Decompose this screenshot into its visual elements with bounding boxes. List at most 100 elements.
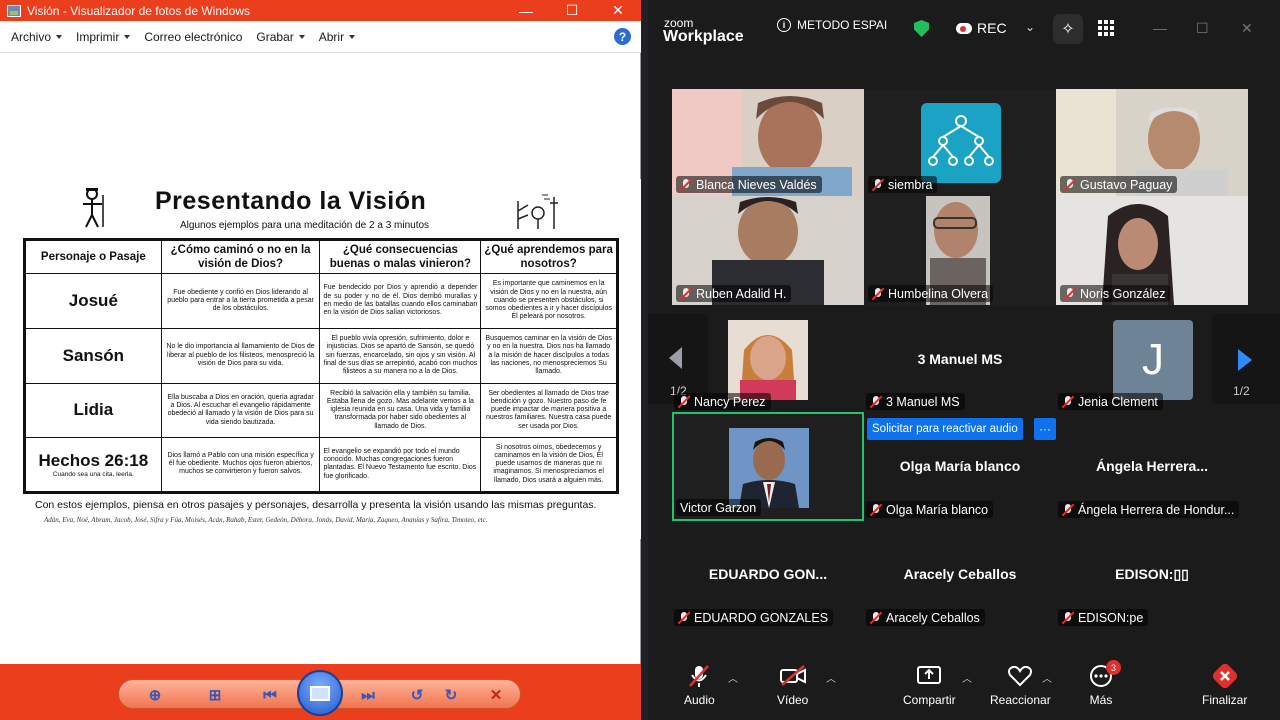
participant-name-tag: Blanca Nieves Valdés — [676, 176, 822, 193]
zoom-window: zoom Workplace i METODO ESPAI REC ⌄ ✧ — ☐… — [648, 0, 1280, 720]
column-header: Personaje o Pasaje — [24, 238, 162, 275]
document-footer: Con estos ejemplos, piensa en otros pasa… — [35, 499, 597, 511]
table-cell: Fue bendecido por Dios y aprendió a depe… — [319, 273, 482, 329]
participant-name-tag: Nancy Perez — [674, 393, 771, 410]
table-row: Josué Fue obediente y confió en Dios lid… — [24, 273, 618, 329]
active-speaker-tile[interactable]: Victor Garzon — [672, 412, 864, 521]
participant-name: Jenia Clement — [1078, 394, 1158, 409]
muted-mic-icon — [678, 611, 690, 624]
meeting-toolbar: Audio ︿ Vídeo ︿ Compartir ︿ Reaccionar ︿… — [648, 656, 1280, 720]
maximize-button[interactable]: ☐ — [549, 0, 595, 21]
table-row: Hechos 26:18 Cuando sea una cita, leerla… — [24, 436, 618, 494]
audio-button[interactable]: Audio — [684, 664, 715, 707]
photo-viewer-icon — [7, 4, 21, 17]
audio-label: Audio — [684, 693, 715, 707]
share-label: Compartir — [903, 693, 956, 707]
profile-photo — [728, 320, 808, 400]
table-cell: Ella buscaba a Dios en oración, quería a… — [160, 383, 321, 438]
meeting-info[interactable]: i METODO ESPAI — [777, 18, 887, 32]
react-options-caret-icon[interactable]: ︿ — [1042, 670, 1052, 685]
participant-tile[interactable]: Gustavo Paguay — [1056, 89, 1248, 196]
zoom-minimize-button[interactable]: — — [1153, 20, 1167, 36]
page-indicator-right: 1/2 — [1233, 384, 1250, 398]
next-icon[interactable]: ⏭ — [358, 685, 378, 705]
view-grid-icon[interactable] — [1098, 20, 1114, 36]
zoom-icon[interactable]: ⊕ — [145, 685, 165, 705]
row-name: Hechos 26:18 — [38, 450, 149, 470]
table-cell: No le dio importancia al llamamiento de … — [160, 327, 321, 385]
video-off-icon — [779, 664, 807, 688]
menu-correo[interactable]: Correo electrónico — [137, 30, 249, 44]
muted-mic-icon — [688, 664, 710, 688]
chevron-left-icon — [669, 347, 682, 369]
share-screen-icon — [916, 664, 942, 688]
audio-options-caret-icon[interactable]: ︿ — [728, 670, 738, 685]
rotate-left-icon[interactable]: ↺ — [407, 685, 427, 705]
video-options-caret-icon[interactable]: ︿ — [826, 670, 836, 685]
delete-icon[interactable]: ✕ — [486, 685, 506, 705]
rotate-right-icon[interactable]: ↻ — [441, 685, 461, 705]
participant-name-tag: Gustavo Paguay — [1060, 176, 1178, 193]
muted-mic-icon — [870, 611, 882, 624]
participant-tile[interactable]: Ruben Adalid H. — [672, 196, 864, 305]
slideshow-button[interactable] — [297, 670, 343, 716]
participant-name: Nancy Perez — [694, 394, 766, 409]
chevron-down-icon[interactable]: ⌄ — [1025, 20, 1035, 34]
minimize-button[interactable]: — — [503, 0, 549, 21]
info-icon: i — [777, 18, 791, 32]
menu-grabar[interactable]: Grabar — [249, 30, 311, 44]
profile-photo — [729, 428, 809, 508]
participant-name: siembra — [888, 177, 933, 192]
more-button[interactable]: 3 Más — [1089, 660, 1121, 707]
zoom-maximize-button[interactable]: ☐ — [1196, 20, 1209, 37]
participant-name: EDISON:pe — [1078, 610, 1144, 625]
more-label: Más — [1089, 693, 1113, 707]
ai-companion-icon[interactable]: ✧ — [1053, 14, 1083, 44]
participant-name-tag: Victor Garzon — [676, 499, 762, 516]
document-subtitle: Algunos ejemplos para una meditación de … — [180, 220, 430, 231]
menu-abrir[interactable]: Abrir — [312, 30, 362, 44]
muted-mic-icon — [872, 178, 884, 191]
recording-indicator[interactable]: REC — [956, 20, 1007, 36]
share-options-caret-icon[interactable]: ︿ — [962, 670, 972, 685]
meeting-name: METODO ESPAI — [797, 18, 888, 32]
more-options-icon[interactable]: ··· — [1034, 418, 1056, 440]
muted-mic-icon — [1064, 178, 1076, 191]
request-unmute-button[interactable]: Solicitar para reactivar audio — [867, 418, 1023, 440]
org-chart-avatar-icon — [921, 103, 1001, 183]
row-name: Lidia — [24, 383, 162, 438]
participant-name-tag: EDUARDO GONZALES — [674, 609, 834, 626]
participant-tile[interactable]: Humbelina Olvera — [864, 196, 1056, 305]
participant-display-name: Aracely Ceballos — [903, 566, 1017, 582]
viewer-menu-bar: Archivo Imprimir Correo electrónico Grab… — [0, 21, 641, 53]
help-icon[interactable]: ? — [614, 28, 631, 45]
muted-mic-icon — [680, 287, 692, 300]
video-button[interactable]: Vídeo — [777, 664, 808, 707]
displayed-image: Presentando la Visión Algunos ejemplos p… — [0, 179, 641, 539]
actual-size-icon[interactable]: ⊞ — [205, 685, 225, 705]
document-title: Presentando la Visión — [155, 187, 427, 215]
participant-name: EDUARDO GONZALES — [694, 610, 829, 625]
rec-label: REC — [977, 20, 1007, 36]
participant-name-tag: Humbelina Olvera — [868, 285, 994, 302]
zoom-close-button[interactable]: ✕ — [1241, 20, 1253, 37]
previous-icon[interactable]: ⏮ — [260, 685, 280, 705]
security-shield-icon[interactable] — [914, 20, 929, 37]
participant-display-name: EDISON:▯▯ — [1115, 566, 1189, 582]
menu-archivo[interactable]: Archivo — [4, 30, 69, 44]
row-name: Josué — [24, 273, 162, 329]
share-button[interactable]: Compartir — [903, 664, 956, 707]
participant-tile[interactable]: Noris González — [1056, 196, 1248, 305]
cloud-record-icon — [956, 22, 972, 34]
muted-mic-icon — [678, 395, 690, 408]
table-cell: Fue obediente y confió en Dios liderando… — [160, 273, 321, 329]
close-button[interactable]: ✕ — [595, 0, 641, 21]
menu-imprimir[interactable]: Imprimir — [69, 30, 137, 44]
participant-tile[interactable]: Blanca Nieves Valdés — [672, 89, 864, 196]
participant-tile[interactable]: siembra — [864, 89, 1056, 196]
row-name-cell: Hechos 26:18 Cuando sea una cita, leerla… — [24, 436, 162, 494]
participant-name-tag: Aracely Ceballos — [866, 609, 985, 626]
desktop: Visión - Visualizador de fotos de Window… — [0, 0, 1280, 720]
end-meeting-button[interactable]: Finalizar — [1202, 664, 1247, 707]
chevron-right-icon — [1238, 349, 1252, 371]
